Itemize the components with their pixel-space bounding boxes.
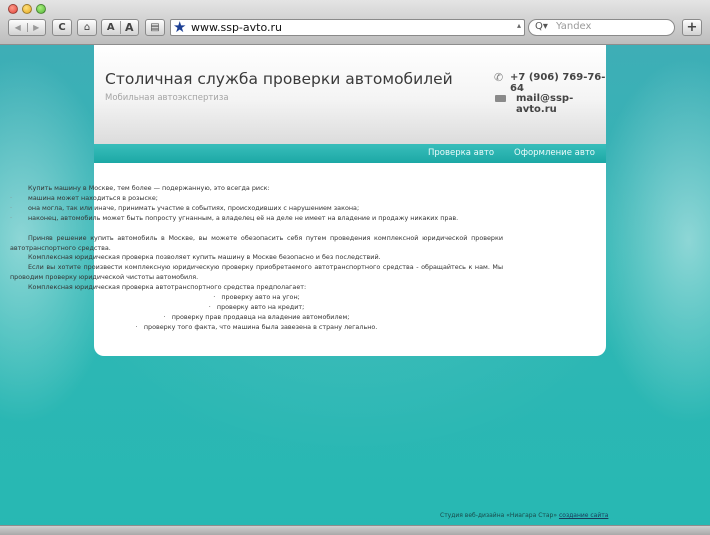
text-size-buttons: A A (101, 19, 139, 36)
address-bar[interactable]: ★ www.ssp-avto.ru ▴ (170, 18, 525, 36)
intro-paragraph: Купить машину в Москве, тем более — поде… (28, 184, 270, 192)
search-placeholder: Yandex (556, 21, 592, 32)
back-forward-buttons: ◀ ▶ (8, 19, 46, 36)
risk-item: · она могла, так или иначе, принимать уча… (10, 203, 360, 212)
page-viewport: Столичная служба проверки автомобилей Мо… (0, 45, 710, 534)
add-tab-button[interactable]: + (682, 19, 702, 36)
search-icon[interactable]: Q▾ (535, 21, 548, 32)
forward-icon[interactable]: ▶ (26, 23, 46, 32)
bullet-icon: · (213, 293, 216, 302)
plus-icon: + (686, 20, 698, 35)
url-text[interactable]: www.ssp-avto.ru (191, 21, 282, 34)
bullet-icon: · (163, 312, 166, 321)
text-smaller-icon[interactable]: A (102, 22, 120, 33)
home-button[interactable]: ⌂ (77, 19, 97, 36)
check-item: · проверку прав продавца на владение авт… (163, 312, 350, 321)
site-footer: Студия веб-дизайна «Ниагара Стар» создан… (440, 512, 608, 519)
bullet-icon: · (10, 213, 13, 222)
home-icon: ⌂ (83, 22, 91, 33)
site-subtitle: Мобильная автоэкспертиза (105, 93, 229, 103)
url-menu-icon[interactable]: ▴ (517, 21, 521, 30)
print-button[interactable]: ▤ (145, 19, 165, 36)
main-nav: Проверка авто Оформление авто (94, 144, 606, 163)
phone-number: +7 (906) 769-76-64 (510, 72, 606, 94)
email-address[interactable]: mail@ssp-avto.ru (516, 93, 606, 115)
minimize-window-button[interactable] (22, 4, 32, 14)
check-item: · проверку авто на кредит; (208, 302, 305, 311)
bullet-icon: · (10, 203, 13, 212)
bullet-icon: · (10, 193, 13, 202)
article-body: Купить машину в Москве, тем более — поде… (10, 184, 503, 333)
mail-icon (495, 95, 506, 102)
browser-toolbar: ◀ ▶ C ⌂ A A ▤ ★ www.ssp-avto.ru ▴ Q▾ Yan… (0, 0, 710, 45)
zoom-window-button[interactable] (36, 4, 46, 14)
body-paragraph: Комплексная юридическая проверка позволя… (28, 253, 381, 262)
check-item: · проверку авто на угон; (213, 293, 300, 302)
body-paragraph: Приняв решение купить автомобиль в Москв… (10, 233, 503, 252)
footer-credit: Студия веб-дизайна «Ниагара Стар» (440, 512, 558, 519)
bullet-icon: · (208, 302, 211, 311)
nav-link-oformlenie[interactable]: Оформление авто (514, 148, 595, 158)
nav-link-proverka[interactable]: Проверка авто (428, 148, 494, 158)
back-icon[interactable]: ◀ (9, 23, 27, 32)
body-paragraph: Комплексная юридическая проверка автотра… (28, 283, 307, 292)
close-window-button[interactable] (8, 4, 18, 14)
print-icon: ▤ (150, 22, 160, 33)
site-header: Столичная служба проверки автомобилей Мо… (94, 45, 606, 144)
risk-item: · наконец, автомобиль может быть попросту… (10, 213, 459, 222)
phone-icon: ✆ (494, 71, 504, 84)
risk-item: · машина может находиться в розыске; (10, 193, 158, 202)
footer-link[interactable]: создание сайта (559, 512, 608, 519)
body-paragraph: Если вы хотите произвести комплексную юр… (10, 263, 503, 282)
bookmark-star-icon[interactable]: ★ (173, 18, 186, 36)
reload-button[interactable]: C (52, 19, 72, 36)
reload-icon: C (58, 22, 66, 33)
check-item: · проверку того факта, что машина была з… (135, 322, 378, 331)
search-field[interactable]: Q▾ Yandex (528, 19, 675, 36)
text-larger-icon[interactable]: A (119, 21, 139, 34)
bullet-icon: · (135, 322, 138, 331)
site-title: Столичная служба проверки автомобилей (105, 70, 453, 88)
